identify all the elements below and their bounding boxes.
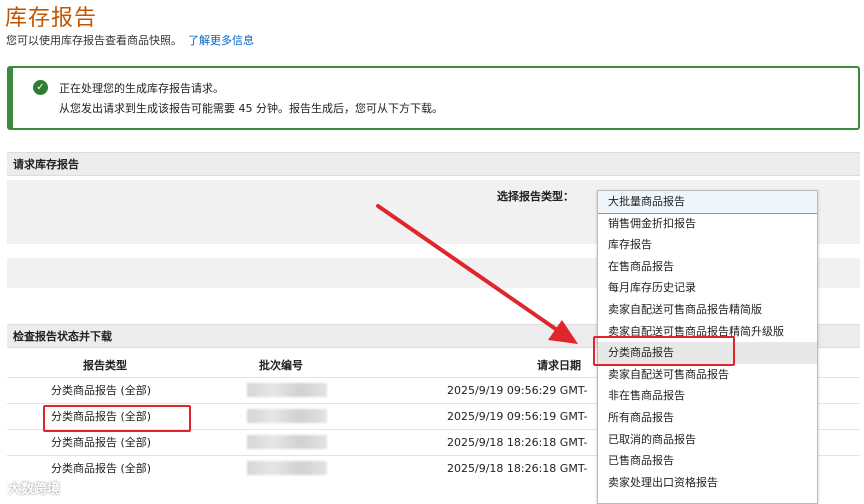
watermark: 大数跨境 [8, 482, 61, 497]
annotation-arrow [376, 204, 578, 344]
